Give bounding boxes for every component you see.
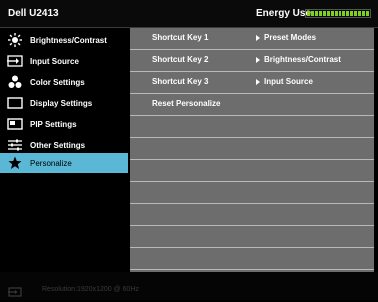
arrow-right-icon [256, 35, 260, 41]
shortcut-key-3-value: Input Source [264, 77, 313, 86]
brightness-icon [6, 33, 24, 47]
empty-row [130, 160, 374, 182]
empty-row [130, 138, 374, 160]
menu-item-label: PIP Settings [30, 119, 77, 129]
osd-header: Dell U2413 Energy Use [0, 0, 378, 28]
reset-personalize-row[interactable]: Reset Personalize [130, 94, 374, 116]
menu-item-label: Color Settings [30, 77, 85, 87]
star-icon [6, 156, 24, 170]
other-settings-icon [6, 138, 24, 152]
menu-item-color-settings[interactable]: Color Settings [0, 72, 128, 92]
menu-item-personalize[interactable]: Personalize [0, 153, 128, 173]
shortcut-key-3-label: Shortcut Key 3 [152, 77, 209, 86]
menu-item-label: Display Settings [30, 98, 93, 108]
pip-settings-icon [6, 117, 24, 131]
shortcut-key-1-label: Shortcut Key 1 [152, 33, 209, 42]
osd-menu-sidebar: Brightness/Contrast Input Source Color S… [0, 28, 130, 272]
energy-use-meter [305, 9, 371, 18]
input-source-icon [6, 54, 24, 68]
color-settings-icon [6, 75, 24, 89]
menu-item-label: Personalize [30, 158, 72, 168]
shortcut-key-1-row[interactable]: Shortcut Key 1 Preset Modes [130, 28, 374, 50]
empty-row [130, 116, 374, 138]
empty-row [130, 204, 374, 226]
menu-item-display-settings[interactable]: Display Settings [0, 93, 128, 113]
shortcut-key-2-row[interactable]: Shortcut Key 2 Brightness/Contrast [130, 50, 374, 72]
personalize-panel: Shortcut Key 1 Preset Modes Shortcut Key… [130, 28, 374, 272]
menu-item-label: Input Source [30, 56, 79, 66]
display-settings-icon [6, 96, 24, 110]
arrow-right-icon [256, 57, 260, 63]
menu-item-label: Other Settings [30, 140, 86, 150]
resolution-text: Resolution:1920x1200 @ 60Hz [42, 286, 140, 293]
shortcut-key-3-row[interactable]: Shortcut Key 3 Input Source [130, 72, 374, 94]
menu-item-other-settings[interactable]: Other Settings [0, 135, 128, 155]
monitor-model: Dell U2413 [8, 8, 59, 19]
shortcut-key-2-label: Shortcut Key 2 [152, 55, 209, 64]
osd-footer: Resolution:1920x1200 @ 60Hz [0, 272, 378, 300]
empty-row [130, 248, 374, 270]
shortcut-key-2-value: Brightness/Contrast [264, 55, 341, 64]
reset-personalize-label: Reset Personalize [152, 99, 221, 108]
empty-row [130, 226, 374, 248]
input-source-icon [8, 284, 22, 302]
arrow-right-icon [256, 79, 260, 85]
empty-row [130, 182, 374, 204]
energy-use-label: Energy Use [256, 8, 312, 19]
menu-item-label: Brightness/Contrast [30, 35, 107, 45]
shortcut-key-1-value: Preset Modes [264, 33, 317, 42]
menu-item-input-source[interactable]: Input Source [0, 51, 128, 71]
menu-item-brightness-contrast[interactable]: Brightness/Contrast [0, 30, 128, 50]
menu-item-pip-settings[interactable]: PIP Settings [0, 114, 128, 134]
